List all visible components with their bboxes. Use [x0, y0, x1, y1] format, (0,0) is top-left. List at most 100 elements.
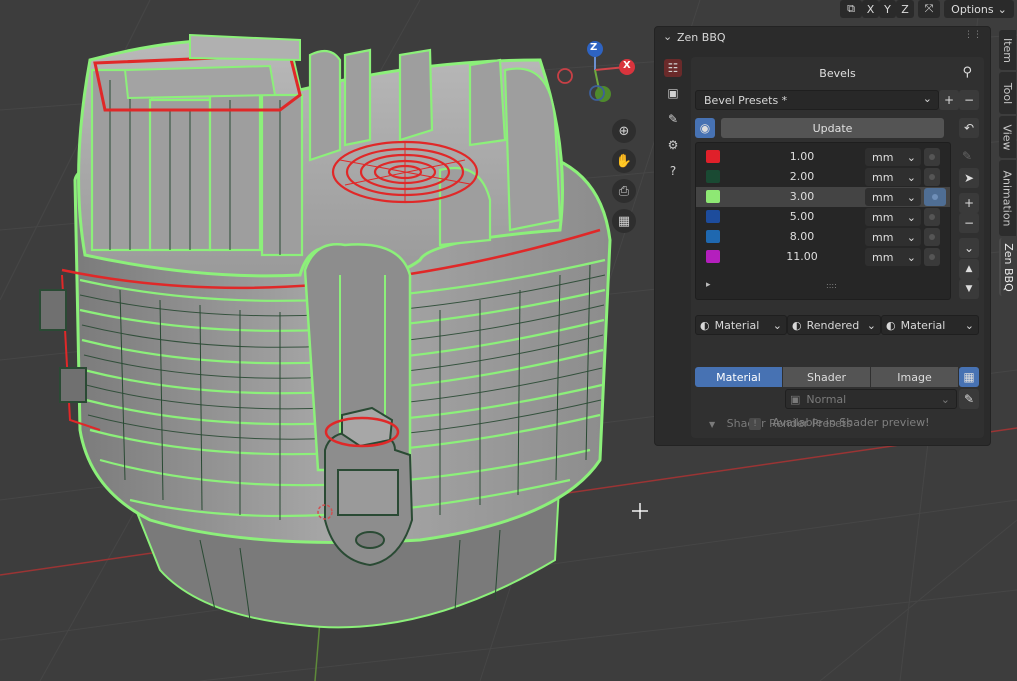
bevel-presets-dropdown[interactable]: Bevel Presets * ⌄ — [695, 90, 939, 110]
unit-dropdown[interactable]: mm ⌄ — [865, 208, 921, 226]
image-icon[interactable]: ▣ — [664, 84, 682, 102]
checker-icon[interactable]: ▦ — [959, 367, 979, 387]
tab-view[interactable]: View — [999, 116, 1016, 158]
unit-dropdown[interactable]: mm ⌄ — [865, 248, 921, 266]
tab-tool[interactable]: Tool — [999, 72, 1016, 114]
wrench-icon[interactable]: ✎ — [959, 389, 979, 409]
info-text: Available in Shader preview! — [772, 416, 930, 429]
chevron-down-icon: ⌄ — [906, 190, 916, 204]
list-item[interactable]: 11.00 mm ⌄ — [696, 247, 950, 267]
zoom-in-icon[interactable]: ⊕ — [612, 119, 636, 143]
list-item[interactable]: 8.00 mm ⌄ — [696, 227, 950, 247]
unit-label: mm — [872, 250, 894, 264]
unit-label: mm — [872, 170, 894, 184]
mirror-icon[interactable]: ⧉ — [840, 0, 862, 18]
tab-item-label: Item — [1001, 37, 1015, 63]
visibility-dot[interactable] — [924, 248, 940, 266]
shading-dropdown-left[interactable]: ◐ Material ⌄ — [695, 315, 787, 335]
visibility-dot[interactable] — [924, 208, 940, 226]
hand-icon[interactable]: ✋ — [612, 149, 636, 173]
chevron-down-icon: ⌄ — [866, 318, 876, 332]
bevel-mode-icon[interactable]: ◉ — [695, 118, 715, 138]
add-preset-button[interactable]: + — [939, 90, 959, 110]
normal-dropdown[interactable]: ▣ Normal ⌄ — [785, 389, 957, 409]
bevel-color-swatch[interactable] — [706, 170, 720, 183]
bevel-color-swatch[interactable] — [706, 250, 720, 263]
mirror-z-toggle[interactable]: Z — [896, 0, 914, 18]
list-item-selected[interactable]: 3.00 mm ⌄ — [696, 187, 950, 207]
shading-dropdown-right[interactable]: ◐ Material ⌄ — [881, 315, 979, 335]
unit-label: mm — [872, 150, 894, 164]
remove-preset-button[interactable]: − — [959, 90, 979, 110]
list-item[interactable]: 2.00 mm ⌄ — [696, 167, 950, 187]
bevel-value[interactable]: 3.00 — [752, 190, 852, 203]
tab-zen-bbq-label: Zen BBQ — [1002, 242, 1015, 292]
bevel-value[interactable]: 2.00 — [752, 170, 852, 183]
image-icon: ▣ — [790, 392, 801, 406]
visibility-dot-active[interactable] — [924, 188, 946, 206]
unit-dropdown[interactable]: mm ⌄ — [865, 188, 921, 206]
unit-label: mm — [872, 230, 894, 244]
tab-view-label: View — [1001, 123, 1015, 151]
bevel-value[interactable]: 8.00 — [752, 230, 852, 243]
eyedropper-icon[interactable]: ✎ — [962, 149, 972, 163]
shading-dropdown-middle[interactable]: ◐ Rendered ⌄ — [787, 315, 881, 335]
mirror-y-toggle[interactable]: Y — [879, 0, 896, 18]
unit-dropdown[interactable]: mm ⌄ — [865, 148, 921, 166]
update-button[interactable]: Update — [721, 118, 944, 138]
bevel-color-swatch[interactable] — [706, 190, 720, 203]
chevron-down-icon: ⌄ — [906, 230, 916, 244]
tab-material[interactable]: Material — [695, 367, 782, 387]
zen-bbq-panel: ⌄ Zen BBQ ⋮⋮ ☷ ▣ ✎ ⚙ ? Bevels ⚲ Bevel Pr… — [654, 26, 991, 446]
visibility-dot[interactable] — [924, 148, 940, 166]
move-up-button[interactable]: ▲ — [959, 259, 979, 279]
list-item[interactable]: 5.00 mm ⌄ — [696, 207, 950, 227]
tab-image[interactable]: Image — [871, 367, 958, 387]
perspective-grid-icon[interactable]: ▦ — [612, 209, 636, 233]
bevel-value[interactable]: 1.00 — [752, 150, 852, 163]
bevel-list: 1.00 mm ⌄ 2.00 mm ⌄ 3.00 mm ⌄ 5.00 mm ⌄ — [695, 142, 951, 300]
normal-label: Normal — [806, 392, 847, 406]
panel-grip-icon[interactable]: ⋮⋮ — [964, 30, 982, 40]
bevel-color-swatch[interactable] — [706, 210, 720, 223]
unit-label: mm — [872, 210, 894, 224]
tab-animation[interactable]: Animation — [999, 160, 1016, 236]
sphere-icon: ◐ — [700, 318, 710, 332]
list-menu-chevron[interactable]: ⌄ — [959, 238, 979, 258]
collapse-chevron-icon[interactable]: ⌄ — [663, 30, 672, 43]
add-bevel-button[interactable]: + — [959, 193, 979, 213]
tab-shader[interactable]: Shader — [783, 367, 870, 387]
bevel-color-swatch[interactable] — [706, 230, 720, 243]
visibility-dot[interactable] — [924, 168, 940, 186]
list-resize-grip[interactable]: :::: — [826, 281, 837, 290]
info-icon: ! — [749, 418, 761, 430]
move-down-button[interactable]: ▼ — [959, 279, 979, 299]
bevel-value[interactable]: 5.00 — [752, 210, 852, 223]
chevron-down-icon: ⌄ — [940, 392, 950, 406]
list-expand-icon[interactable]: ▸ — [706, 280, 711, 290]
remove-bevel-button[interactable]: − — [959, 213, 979, 233]
tab-item[interactable]: Item — [999, 30, 1016, 70]
visibility-dot[interactable] — [924, 228, 940, 246]
help-icon[interactable]: ? — [664, 162, 682, 180]
tools-icon[interactable]: ✎ — [664, 110, 682, 128]
list-item[interactable]: 1.00 mm ⌄ — [696, 147, 950, 167]
bevel-color-swatch[interactable] — [706, 150, 720, 163]
chevron-down-icon: ⌄ — [997, 2, 1007, 16]
camera-icon[interactable]: ⎙ — [612, 179, 636, 203]
subpanel-title: Bevels — [819, 67, 856, 80]
undo-icon[interactable]: ↶ — [959, 118, 979, 138]
tab-zen-bbq[interactable]: Zen BBQ — [999, 238, 1016, 296]
unit-dropdown[interactable]: mm ⌄ — [865, 168, 921, 186]
options-dropdown[interactable]: Options ⌄ — [944, 0, 1014, 18]
bevel-value[interactable]: 11.00 — [752, 250, 852, 263]
gear-icon[interactable]: ⚙ — [664, 136, 682, 154]
chevron-down-icon: ⌄ — [772, 318, 782, 332]
chevron-down-icon: ⌄ — [906, 170, 916, 184]
select-cursor-icon[interactable]: ➤ — [959, 168, 979, 188]
sliders-icon[interactable]: ☷ — [664, 59, 682, 77]
pin-icon[interactable]: ⚲ — [962, 65, 972, 80]
snap-icon[interactable]: ⤧ — [918, 0, 940, 18]
mirror-x-toggle[interactable]: X — [862, 0, 879, 18]
unit-dropdown[interactable]: mm ⌄ — [865, 228, 921, 246]
